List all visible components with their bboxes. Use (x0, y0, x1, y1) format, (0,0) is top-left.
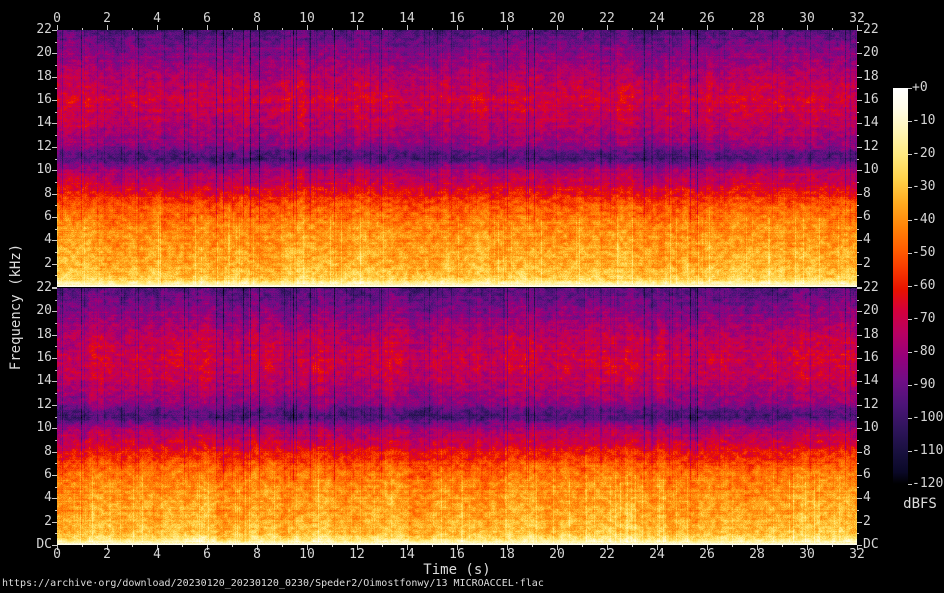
time-tick-label-bottom: 0 (53, 548, 61, 562)
y-axis-title: Frequency (kHz) (8, 244, 24, 370)
time-tick-label-top: 4 (153, 12, 161, 26)
time-tick-label-top: 20 (549, 12, 565, 26)
freq-tick-label-left: 14 (36, 116, 52, 130)
colorbar-unit-label: dBFS (903, 496, 937, 512)
freq-tick-label-left: 2 (44, 257, 52, 271)
colorbar-tick-label: -50 (912, 246, 935, 260)
time-tick-label-bottom: 6 (203, 548, 211, 562)
colorbar-tick-label: -120 (912, 477, 943, 491)
freq-tick-label-left: 14 (36, 374, 52, 388)
freq-tick-label-left: 10 (36, 421, 52, 435)
freq-tick-label-left: 8 (44, 187, 52, 201)
freq-tick-label-left: 20 (36, 46, 52, 60)
time-tick-label-top: 24 (649, 12, 665, 26)
colorbar-tick-label: -80 (912, 345, 935, 359)
axis-ticks-layer (0, 0, 944, 593)
freq-tick-label-left: 16 (36, 351, 52, 365)
time-tick-label-top: 22 (599, 12, 615, 26)
freq-tick-label-right: 8 (863, 187, 871, 201)
colorbar-tick-label: -30 (912, 180, 935, 194)
freq-tick-label-left: 8 (44, 445, 52, 459)
freq-tick-label-right: 22 (863, 281, 879, 295)
freq-tick-label-left: 2 (44, 515, 52, 529)
freq-tick-label-right: 4 (863, 233, 871, 247)
time-tick-label-top: 30 (799, 12, 815, 26)
freq-tick-label-right: 16 (863, 351, 879, 365)
freq-tick-label-right: 2 (863, 515, 871, 529)
time-tick-label-bottom: 22 (599, 548, 615, 562)
time-tick-label-top: 28 (749, 12, 765, 26)
time-tick-label-top: 10 (299, 12, 315, 26)
time-tick-label-bottom: 2 (103, 548, 111, 562)
time-tick-label-bottom: 20 (549, 548, 565, 562)
time-tick-label-bottom: 18 (499, 548, 515, 562)
freq-tick-label-left: 22 (36, 281, 52, 295)
freq-tick-label-right: 2 (863, 257, 871, 271)
freq-tick-label-right: 12 (863, 398, 879, 412)
freq-tick-label-right: 18 (863, 328, 879, 342)
freq-tick-label-left: 16 (36, 93, 52, 107)
time-tick-label-top: 0 (53, 12, 61, 26)
freq-tick-label-right: 14 (863, 116, 879, 130)
freq-tick-label-left: 6 (44, 210, 52, 224)
time-tick-label-bottom: 24 (649, 548, 665, 562)
freq-tick-label-left: 18 (36, 70, 52, 84)
time-tick-label-top: 18 (499, 12, 515, 26)
freq-tick-label-left: 12 (36, 140, 52, 154)
freq-tick-label-right: 10 (863, 163, 879, 177)
freq-tick-label-left: 22 (36, 23, 52, 37)
time-tick-label-bottom: 10 (299, 548, 315, 562)
colorbar-tick-label: -40 (912, 213, 935, 227)
freq-tick-label-left: 4 (44, 233, 52, 247)
freq-tick-label-right: 12 (863, 140, 879, 154)
time-tick-label-top: 26 (699, 12, 715, 26)
colorbar-tick-label: +0 (912, 81, 928, 95)
freq-tick-label-right: 8 (863, 445, 871, 459)
freq-tick-label-right: 18 (863, 70, 879, 84)
freq-tick-label-left: 20 (36, 304, 52, 318)
time-tick-label-bottom: 16 (449, 548, 465, 562)
colorbar-tick-label: -100 (912, 411, 943, 425)
freq-tick-label-left: 10 (36, 163, 52, 177)
colorbar-tick-label: -10 (912, 114, 935, 128)
time-tick-label-top: 16 (449, 12, 465, 26)
freq-tick-label-right: 16 (863, 93, 879, 107)
freq-tick-label-right: 6 (863, 210, 871, 224)
freq-tick-label-right: 20 (863, 304, 879, 318)
freq-tick-label-right: 22 (863, 23, 879, 37)
time-tick-label-top: 14 (399, 12, 415, 26)
time-tick-label-bottom: 30 (799, 548, 815, 562)
source-url-title: https://archive·org/download/20230120_20… (2, 577, 544, 590)
spectrogram-figure: Frequency (kHz) Time (s) dBFS https://ar… (0, 0, 944, 593)
time-tick-label-bottom: 26 (699, 548, 715, 562)
freq-tick-label-left: 6 (44, 468, 52, 482)
colorbar-tick-label: -90 (912, 378, 935, 392)
colorbar-tick-label: -60 (912, 279, 935, 293)
freq-tick-label-right: 20 (863, 46, 879, 60)
time-tick-label-bottom: 4 (153, 548, 161, 562)
freq-tick-label-right: 6 (863, 468, 871, 482)
time-tick-label-top: 12 (349, 12, 365, 26)
time-tick-label-bottom: 28 (749, 548, 765, 562)
colorbar-tick-label: -110 (912, 444, 943, 458)
time-tick-label-top: 2 (103, 12, 111, 26)
colorbar-tick-label: -70 (912, 312, 935, 326)
freq-tick-label-left: DC (36, 538, 52, 552)
freq-tick-label-left: 4 (44, 491, 52, 505)
colorbar-tick-label: -20 (912, 147, 935, 161)
freq-tick-label-left: 18 (36, 328, 52, 342)
x-axis-title: Time (s) (423, 562, 490, 578)
freq-tick-label-right: 14 (863, 374, 879, 388)
time-tick-label-bottom: 14 (399, 548, 415, 562)
freq-tick-label-right: 4 (863, 491, 871, 505)
time-tick-label-top: 8 (253, 12, 261, 26)
freq-tick-label-right: 10 (863, 421, 879, 435)
freq-tick-label-right: DC (863, 538, 879, 552)
time-tick-label-top: 6 (203, 12, 211, 26)
time-tick-label-bottom: 8 (253, 548, 261, 562)
time-tick-label-bottom: 12 (349, 548, 365, 562)
freq-tick-label-left: 12 (36, 398, 52, 412)
